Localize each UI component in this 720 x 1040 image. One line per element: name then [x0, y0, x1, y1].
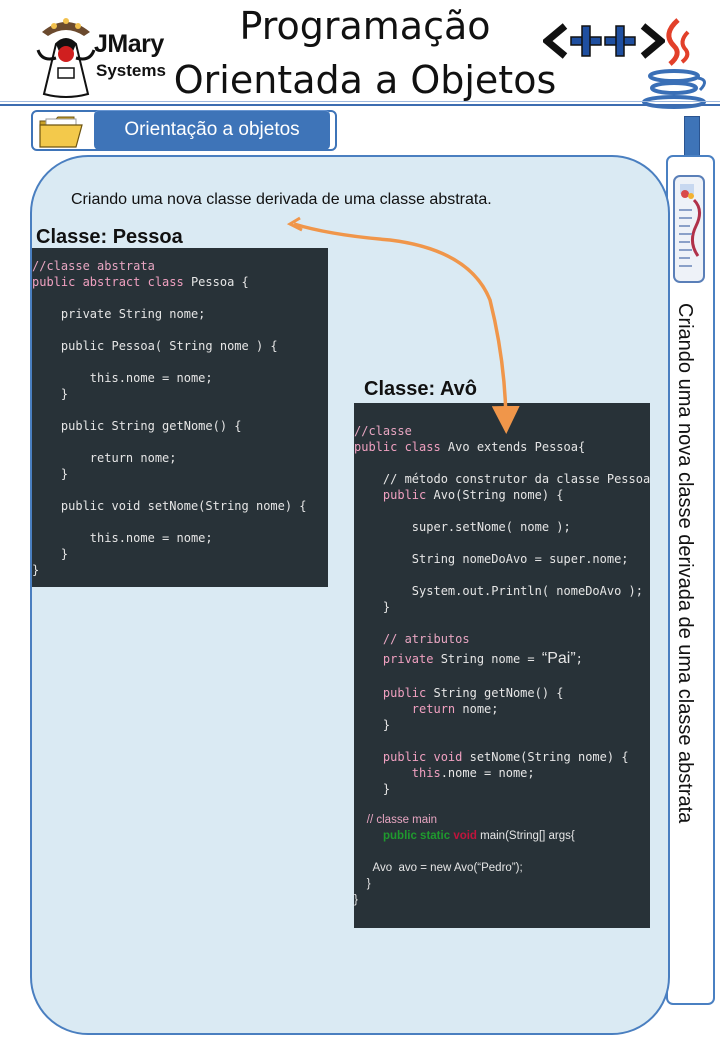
- code-line: public Pessoa( String nome ) {: [32, 339, 278, 353]
- header-divider: [0, 104, 720, 106]
- code-line: return nome;: [354, 702, 499, 716]
- intro-text: Criando uma nova classe derivada de uma …: [71, 191, 492, 208]
- code-line: public abstract class Pessoa {: [32, 275, 249, 289]
- code-line: }: [354, 600, 391, 614]
- code-line: //classe abstrata: [32, 259, 155, 273]
- code-line: }: [32, 547, 69, 561]
- code-line: this.nome = nome;: [354, 766, 535, 780]
- code-block-pessoa: //classe abstrata public abstract class …: [32, 248, 328, 587]
- code-line: // método construtor da classe Pessoa: [354, 472, 651, 486]
- code-line: }: [32, 563, 40, 577]
- heading-classe-pessoa: Classe: Pessoa: [36, 226, 183, 248]
- code-line: public String getNome() {: [32, 419, 242, 433]
- newspaper-icon: [673, 175, 705, 283]
- page-title-line1: Programação: [239, 4, 491, 48]
- code-line: public void setNome(String nome) {: [32, 499, 307, 513]
- code-line: private String nome = “Pai”;: [354, 650, 583, 667]
- code-line: public static void main(String[] args{: [383, 830, 575, 842]
- code-line: this.nome = nome;: [32, 531, 213, 545]
- heading-classe-avo: Classe: Avô: [364, 378, 478, 400]
- sidebar-vertical-text: Criando uma nova classe derivada de uma …: [674, 303, 696, 824]
- code-line: }: [354, 894, 358, 906]
- java-cup-icon: [642, 18, 706, 109]
- code-line: System.out.Println( nomeDoAvo );: [354, 584, 643, 598]
- code-line: Avo avo = new Avo(“Pedro”);: [354, 862, 523, 874]
- logo-name: JMary: [94, 30, 164, 58]
- code-line: public void setNome(String nome) {: [354, 750, 629, 764]
- code-line: public Avo(String nome) {: [354, 488, 564, 502]
- header-divider-thin: [0, 101, 720, 102]
- code-line: this.nome = nome;: [32, 371, 213, 385]
- folder-icon: [39, 116, 83, 148]
- code-line: private String nome;: [32, 307, 206, 321]
- code-line: }: [354, 878, 371, 890]
- code-line: // classe main: [354, 814, 438, 826]
- code-line: //classe: [354, 424, 412, 438]
- code-line: }: [354, 718, 391, 732]
- code-line: }: [32, 467, 69, 481]
- code-line: String nomeDoAvo = super.nome;: [354, 552, 629, 566]
- code-line: public String getNome() {: [354, 686, 564, 700]
- code-line: }: [354, 782, 391, 796]
- code-line: // atributos: [354, 632, 470, 646]
- page-title-line2: Orientada a Objetos: [173, 58, 557, 102]
- code-line: return nome;: [32, 451, 177, 465]
- code-line: }: [32, 387, 69, 401]
- code-line: public class Avo extends Pessoa{: [354, 440, 586, 454]
- code-block-avo: //classe public class Avo extends Pessoa…: [354, 403, 650, 928]
- section-tab[interactable]: Orientação a objetos: [94, 110, 330, 150]
- code-line: super.setNome( nome );: [354, 520, 571, 534]
- duke-mascot-icon: [36, 18, 96, 98]
